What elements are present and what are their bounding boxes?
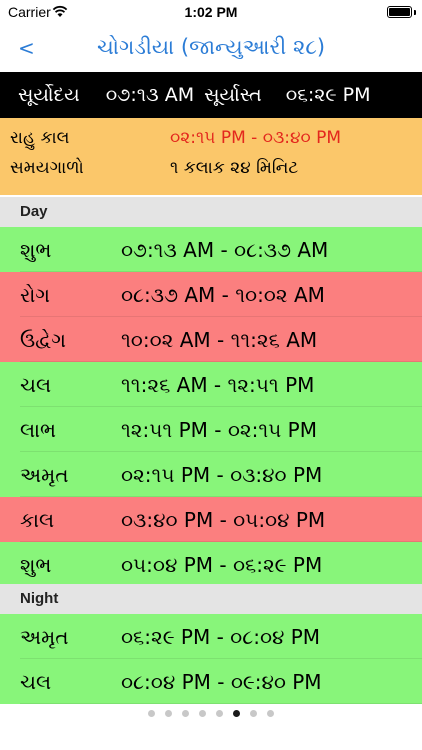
choghadiya-row[interactable]: રોગ ૦૮:૩૭ AM - ૧૦:૦૨ AM — [0, 272, 422, 317]
page-dot[interactable] — [233, 709, 240, 717]
slot-time-range: ૧૧:૨૬ AM - ૧૨:૫૧ PM — [121, 372, 315, 397]
slot-name: રોગ — [20, 282, 50, 307]
duration-label: સમયગાળો — [10, 158, 84, 178]
slot-time-range: ૦૩:૪૦ PM - ૦૫:૦૪ PM — [121, 507, 326, 532]
page-dot[interactable] — [216, 709, 223, 717]
sunset-time: ૦૬:૨૯ PM — [285, 84, 371, 106]
slot-time-range: ૦૮:૩૭ AM - ૧૦:૦૨ AM — [121, 282, 325, 307]
choghadiya-row[interactable]: ચલ ૦૮:૦૪ PM - ૦૯:૪૦ PM — [0, 659, 422, 704]
page-dot[interactable] — [165, 709, 172, 717]
slot-time-range: ૦૨:૧૫ PM - ૦૩:૪૦ PM — [121, 462, 323, 487]
page-dot[interactable] — [199, 709, 206, 717]
slot-name: શુભ — [20, 552, 52, 577]
choghadiya-row[interactable]: શુભ ૦૭:૧૩ AM - ૦૮:૩૭ AM — [0, 227, 422, 272]
slot-time-range: ૧૨:૫૧ PM - ૦૨:૧૫ PM — [121, 417, 317, 442]
rahu-kaal-value: ૦૨:૧૫ PM - ૦૩:૪૦ PM — [170, 128, 342, 148]
slot-name: શુભ — [20, 237, 52, 262]
night-section-header: Night — [0, 584, 422, 614]
page-title: ચોગડીયા (જાન્યુઆરી ૨૮) — [96, 35, 326, 59]
duration-value: ૧ કલાક ૨૪ મિનિટ — [170, 158, 299, 178]
rahu-kaal-label: રાહુ કાલ — [10, 128, 70, 148]
status-bar: Carrier 1:02 PM — [0, 0, 422, 26]
duration-row: સમયગાળો ૧ કલાક ૨૪ મિનિટ — [0, 158, 422, 188]
slot-time-range: ૦૭:૧૩ AM - ૦૮:૩૭ AM — [121, 237, 329, 262]
sun-times-bar: સૂર્યોદય ૦૭:૧૩ AM સૂર્યાસ્ત ૦૬:૨૯ PM — [0, 72, 422, 118]
page-dot[interactable] — [148, 709, 155, 717]
navigation-bar: < ચોગડીયા (જાન્યુઆરી ૨૮) — [0, 26, 422, 72]
home-area — [0, 726, 422, 750]
slot-time-range: ૦૮:૦૪ PM - ૦૯:૪૦ PM — [121, 669, 322, 694]
choghadiya-row[interactable]: કાલ ૦૩:૪૦ PM - ૦૫:૦૪ PM — [0, 497, 422, 542]
slot-time-range: ૧૦:૦૨ AM - ૧૧:૨૬ AM — [121, 327, 318, 352]
slot-name: અમૃત — [20, 462, 69, 487]
choghadiya-row[interactable]: અમૃત ૦૬:૨૯ PM - ૦૮:૦૪ PM — [0, 614, 422, 659]
status-time: 1:02 PM — [184, 4, 238, 20]
choghadiya-row[interactable]: ચલ ૧૧:૨૬ AM - ૧૨:૫૧ PM — [0, 362, 422, 407]
choghadiya-row[interactable]: ઉદ્વેગ ૧૦:૦૨ AM - ૧૧:૨૬ AM — [0, 317, 422, 362]
battery-icon — [387, 6, 412, 18]
page-indicator[interactable] — [0, 700, 422, 726]
slot-name: અમૃત — [20, 624, 69, 649]
sunset-label: સૂર્યાસ્ત — [204, 84, 262, 106]
choghadiya-row[interactable]: શુભ ૦૫:૦૪ PM - ૦૬:૨૯ PM — [0, 542, 422, 587]
page-dot[interactable] — [267, 709, 274, 717]
rahu-kaal-box: રાહુ કાલ ૦૨:૧૫ PM - ૦૩:૪૦ PM સમયગાળો ૧ ક… — [0, 118, 422, 195]
choghadiya-row[interactable]: લાભ ૧૨:૫૧ PM - ૦૨:૧૫ PM — [0, 407, 422, 452]
sunrise-time: ૦૭:૧૩ AM — [105, 84, 195, 106]
slot-name: ઉદ્વેગ — [20, 327, 66, 352]
slot-name: કાલ — [20, 507, 55, 532]
day-section-header: Day — [0, 197, 422, 227]
sunrise-label: સૂર્યોદય — [18, 84, 80, 106]
battery-cap — [414, 10, 416, 15]
slot-name: લાભ — [20, 417, 57, 442]
page-dot[interactable] — [182, 709, 189, 717]
slot-name: ચલ — [20, 372, 52, 397]
choghadiya-row[interactable]: અમૃત ૦૨:૧૫ PM - ૦૩:૪૦ PM — [0, 452, 422, 497]
slot-time-range: ૦૫:૦૪ PM - ૦૬:૨૯ PM — [121, 552, 323, 577]
rahu-kaal-row: રાહુ કાલ ૦૨:૧૫ PM - ૦૩:૪૦ PM — [0, 128, 422, 158]
page-dot[interactable] — [250, 709, 257, 717]
slot-time-range: ૦૬:૨૯ PM - ૦૮:૦૪ PM — [121, 624, 321, 649]
slot-name: ચલ — [20, 669, 52, 694]
